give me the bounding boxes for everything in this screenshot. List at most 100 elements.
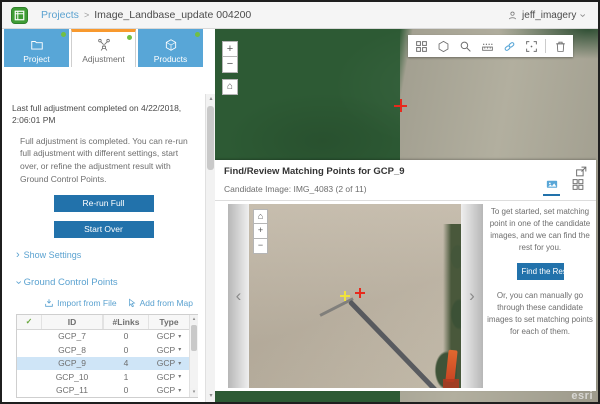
zoom-out-button[interactable]: − [222,57,238,73]
gcp-links: 0 [103,385,149,395]
show-settings-label: Show Settings [24,250,82,260]
tab-project-label: Project [23,54,49,64]
breadcrumb: Projects > Image_Landbase_update 004200 [41,9,251,21]
chevron-right-icon: › [16,250,20,261]
projected-gcp-marker-icon[interactable] [355,288,365,298]
next-image-button[interactable]: › [461,204,483,388]
tab-products-label: Products [154,54,188,64]
image-zoom-in-button[interactable]: + [253,224,268,239]
tab-adjustment[interactable]: Adjustment [71,29,136,67]
scroll-down-icon[interactable]: ▾ [190,388,198,397]
import-icon [44,298,54,308]
gcp-type: GCP [157,345,175,355]
add-from-map-link[interactable]: Add from Map [127,298,193,308]
map-view[interactable]: + − ⌂ [215,29,598,402]
single-view-toggle[interactable] [543,177,560,196]
type-dropdown-icon[interactable]: ▾ [178,360,181,367]
manual-instruction-text: Or, you can manually go through these ca… [487,290,593,338]
gcp-actions: Import from File Add from Map [2,298,193,308]
chevron-down-icon: › [12,280,23,284]
panel-divider [215,200,596,201]
page-title: Image_Landbase_update 004200 [94,9,251,21]
gcp-id: GCP_7 [41,331,103,341]
tab-project[interactable]: Project [4,29,69,67]
drone-icon [97,38,111,52]
col-links: #Links [103,315,149,329]
table-row-gcp10[interactable]: GCP_10 1 GCP▾ [17,370,189,384]
gcp-links: 4 [103,358,149,368]
type-dropdown-icon[interactable]: ▾ [178,333,181,340]
user-icon [507,10,518,21]
image-controls: ⌂ + − [253,209,268,254]
map-zoom-control: + − [222,41,238,73]
gcp-table-header: ✓ ID #Links Type [17,315,189,330]
candidate-image-viewer[interactable]: ⌂ + − [249,204,461,388]
find-the-rest-button[interactable]: Find the Rest [517,263,564,280]
username-label: jeff_imagery [522,10,576,21]
type-dropdown-icon[interactable]: ▾ [178,387,181,394]
type-dropdown-icon[interactable]: ▾ [178,346,181,353]
col-id: ID [41,315,103,329]
adjustment-pane: Last full adjustment completed on 4/22/2… [2,94,205,402]
breadcrumb-separator: > [84,10,89,20]
table-scrollbar[interactable]: ▴ ▾ [189,315,198,398]
table-row-gcp11[interactable]: GCP_11 0 GCP▾ [17,384,189,398]
sidebar-scrollbar[interactable]: ▴ ▾ [205,94,215,402]
gcp-section-toggle[interactable]: › Ground Control Points [16,277,205,288]
breadcrumb-projects-link[interactable]: Projects [41,9,79,21]
show-settings-toggle[interactable]: › Show Settings [16,250,205,261]
chevron-down-icon: › [577,14,588,18]
status-dot-icon [127,35,132,40]
top-bar: Projects > Image_Landbase_update 004200 … [2,2,598,29]
chevron-left-icon: ‹ [236,286,242,306]
table-row-gcp8[interactable]: GCP_8 0 GCP▾ [17,343,189,357]
cube-icon [164,38,178,52]
gcp-id: GCP_10 [41,372,103,382]
app-logo-icon [11,7,28,24]
start-over-button[interactable]: Start Over [54,221,154,238]
import-from-file-link[interactable]: Import from File [44,298,117,308]
tab-products[interactable]: Products [138,29,203,67]
user-menu[interactable]: jeff_imagery › [507,2,584,29]
esri-watermark: esri [571,390,593,402]
sidebar-tabs: Project Adjustment [2,29,215,67]
image-zoom-out-button[interactable]: − [253,239,268,254]
add-from-map-label: Add from Map [140,298,193,308]
last-adjustment-status: Last full adjustment completed on 4/22/2… [12,102,195,127]
table-row-gcp9-selected[interactable]: GCP_9 4 GCP▾ [17,357,189,371]
scrollbar-thumb[interactable] [207,106,214,170]
folder-icon [30,38,44,52]
image-grid-tool[interactable] [410,35,432,57]
rerun-full-button[interactable]: Re-run Full [54,195,154,212]
grid-view-toggle[interactable] [569,177,586,196]
home-button[interactable]: ⌂ [222,79,238,95]
gcp-links: 0 [103,345,149,355]
panel-title: Find/Review Matching Points for GCP_9 [224,166,405,177]
gcp-marker-icon[interactable] [394,99,407,112]
scroll-up-icon[interactable]: ▴ [190,315,198,324]
status-dot-icon [195,32,200,37]
adjustment-summary: Full adjustment is completed. You can re… [20,135,193,186]
gcp-table: ✓ ID #Links Type GCP_7 0 GCP▾ [16,314,198,399]
matching-points-tool-active[interactable] [498,35,520,57]
cursor-icon [127,298,137,308]
map-toolbar [408,35,573,57]
basemap-tool[interactable] [432,35,454,57]
type-dropdown-icon[interactable]: ▾ [178,373,181,380]
instructions-column: To get started, set matching point in on… [487,206,593,338]
toolbar-divider [545,39,546,53]
table-row-gcp7[interactable]: GCP_7 0 GCP▾ [17,330,189,344]
matching-point-marker-icon[interactable] [340,291,350,301]
search-tool[interactable] [454,35,476,57]
extent-tool[interactable] [520,35,542,57]
gcp-type: GCP [157,331,175,341]
scrollbar-thumb[interactable] [191,325,197,351]
zoom-in-button[interactable]: + [222,41,238,57]
delete-tool[interactable] [549,35,571,57]
previous-image-button[interactable]: ‹ [228,204,249,388]
image-home-button[interactable]: ⌂ [253,209,268,224]
gcp-id: GCP_8 [41,345,103,355]
check-column-icon: ✓ [17,317,41,326]
sidebar: Project Adjustment [2,29,215,402]
measure-tool[interactable] [476,35,498,57]
